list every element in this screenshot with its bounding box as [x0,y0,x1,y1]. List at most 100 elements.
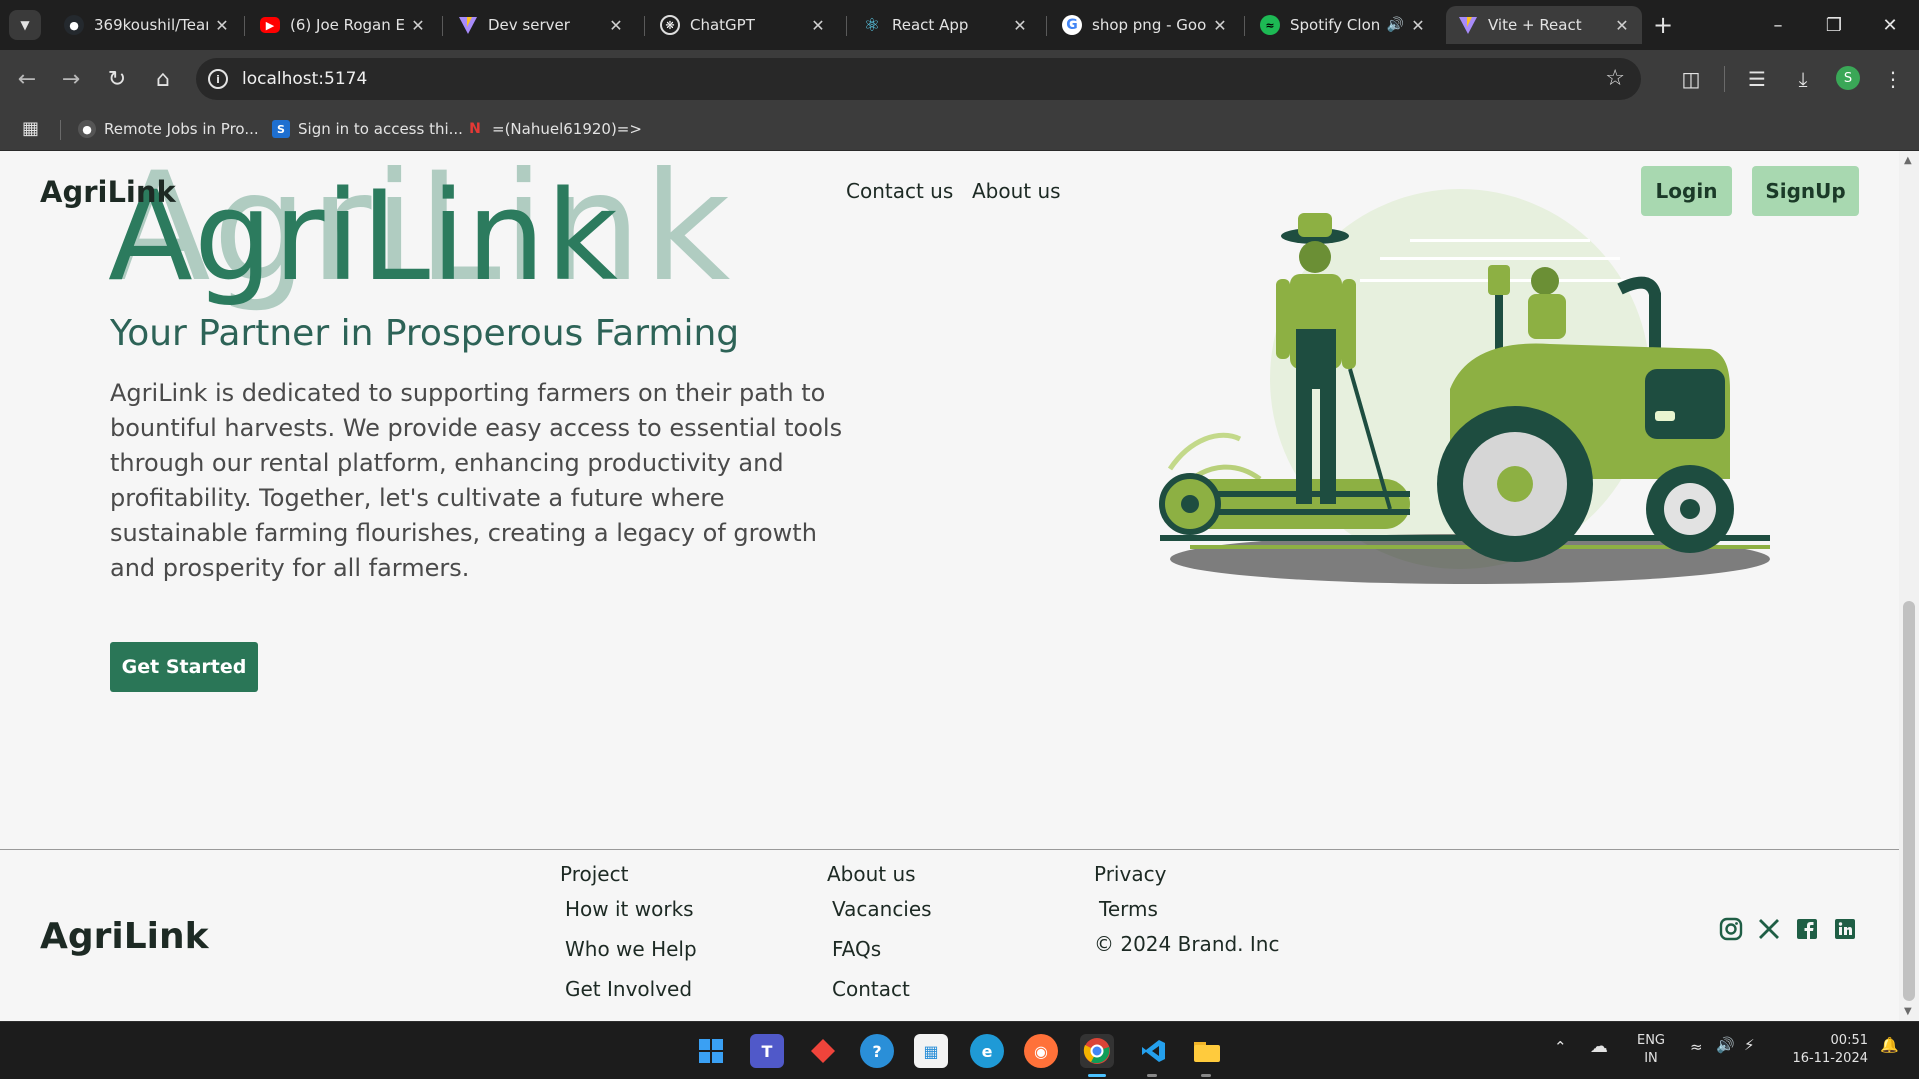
address-bar[interactable]: i localhost:5174 ☆ [196,58,1641,100]
reading-list-icon[interactable]: ☰ [1742,64,1772,94]
farmer-tractor-illustration [1159,189,1770,584]
bookmark-star-icon[interactable]: ☆ [1605,66,1625,91]
anydesk-icon[interactable] [806,1034,840,1068]
new-tab-button[interactable]: + [1648,10,1678,40]
hero-title: AgriLink [108,165,619,309]
teams-icon[interactable]: T [750,1034,784,1068]
bookmark-remote-jobs[interactable]: ● Remote Jobs in Pro... [78,116,259,142]
menu-kebab-icon[interactable]: ⋮ [1878,64,1908,94]
notification-icon[interactable]: 🔔 [1880,1036,1899,1054]
close-icon[interactable]: ✕ [1212,16,1228,35]
chrome-icon[interactable] [1080,1034,1114,1068]
restore-button[interactable]: ❐ [1806,0,1862,50]
tab-react-app[interactable]: ⚛ React App ✕ [850,6,1040,44]
bookmark-sign-in[interactable]: S Sign in to access thi... [272,116,463,142]
footer-link-terms[interactable]: Terms [1099,897,1158,921]
nav-contact-us[interactable]: Contact us [846,179,953,203]
chatgpt-icon: ❋ [660,15,680,35]
volume-icon[interactable]: 🔊 [1716,1036,1735,1054]
extensions-icon[interactable]: ◫ [1676,64,1706,94]
footer-link-get-involved[interactable]: Get Involved [565,977,692,1001]
close-icon[interactable]: ✕ [608,16,624,35]
bookmark-label: Remote Jobs in Pro... [104,120,259,138]
nav-about-us[interactable]: About us [972,179,1061,203]
edge-icon[interactable]: e [970,1034,1004,1068]
tab-google-search[interactable]: G shop png - Goo ✕ [1050,6,1240,44]
footer-link-contact[interactable]: Contact [832,977,910,1001]
tab-github[interactable]: ● 369koushil/Team ✕ [52,6,242,44]
instagram-icon[interactable] [1718,916,1744,942]
site-footer: AgriLink Project How it works Who we Hel… [0,849,1899,1021]
footer-link-who-we-help[interactable]: Who we Help [565,937,697,961]
forward-button[interactable]: → [56,64,86,94]
vite-icon [1458,15,1478,35]
audio-playing-icon[interactable]: 🔊 [1387,17,1404,33]
tab-title: 369koushil/Team [94,16,208,34]
page-scrollbar[interactable]: ▲ ▼ [1899,151,1919,1021]
tab-chatgpt[interactable]: ❋ ChatGPT ✕ [648,6,838,44]
close-icon[interactable]: ✕ [1410,16,1426,35]
close-icon[interactable]: ✕ [1614,16,1630,35]
scrollbar-thumb[interactable] [1903,601,1915,1001]
vite-icon [458,15,478,35]
tab-title: React App [892,16,969,34]
header-brand-logo[interactable]: AgriLink [40,175,176,209]
tab-title: Vite + React [1488,16,1582,34]
help-icon[interactable]: ? [860,1034,894,1068]
close-icon[interactable]: ✕ [214,16,230,35]
close-window-button[interactable]: ✕ [1862,0,1918,50]
get-started-button[interactable]: Get Started [110,642,258,692]
close-icon[interactable]: ✕ [810,16,826,35]
footer-link-how-it-works[interactable]: How it works [565,897,694,921]
site-info-icon[interactable]: i [208,69,228,89]
firefox-icon[interactable]: ◉ [1024,1034,1058,1068]
vscode-icon[interactable] [1136,1034,1170,1068]
tab-spotify-clone[interactable]: ≈ Spotify Clon 🔊 ✕ [1248,6,1438,44]
footer-heading-privacy[interactable]: Privacy [1094,862,1166,886]
footer-heading-about-us[interactable]: About us [827,862,916,886]
show-hidden-icons-icon[interactable]: ⌃ [1554,1038,1567,1056]
apps-grid-icon[interactable]: ▦ [22,118,39,139]
tab-title: Spotify Clon [1290,16,1381,34]
download-icon[interactable]: ⤓ [1788,64,1818,94]
tab-youtube[interactable]: ▶ (6) Joe Rogan Ex ✕ [248,6,438,44]
back-button[interactable]: ← [12,64,42,94]
bookmark-label: Sign in to access thi... [298,120,463,138]
minimize-button[interactable]: – [1750,0,1806,50]
facebook-icon[interactable] [1794,916,1820,942]
n-app-icon: N [469,121,481,137]
x-icon[interactable] [1756,916,1782,942]
tab-search-button[interactable]: ▼ [9,10,41,40]
onedrive-icon[interactable]: ☁ [1590,1036,1608,1057]
footer-brand-logo[interactable]: AgriLink [40,916,209,957]
close-icon[interactable]: ✕ [410,16,426,35]
system-clock[interactable]: 00:51 16-11-2024 [1784,1032,1868,1068]
linkedin-icon[interactable] [1832,916,1858,942]
battery-icon[interactable]: ⚡ [1744,1036,1755,1054]
remote-jobs-icon: ● [78,120,96,138]
bookmarks-bar: ▦ ● Remote Jobs in Pro... S Sign in to a… [0,108,1919,151]
tab-title: (6) Joe Rogan Ex [290,16,404,34]
reload-button[interactable]: ↻ [102,64,132,94]
profile-avatar[interactable]: S [1836,66,1860,90]
file-explorer-icon[interactable] [1190,1034,1224,1068]
browser-toolbar: ← → ↻ ⌂ i localhost:5174 ☆ ◫ ☰ ⤓ S ⋮ [0,50,1919,108]
tab-dev-server[interactable]: Dev server ✕ [446,6,636,44]
store-icon[interactable]: ▦ [914,1034,948,1068]
home-button[interactable]: ⌂ [148,64,178,94]
bookmark-label: =(Nahuel61920)=> [492,120,642,138]
close-icon[interactable]: ✕ [1012,16,1028,35]
footer-link-faqs[interactable]: FAQs [832,937,881,961]
windows-start-icon[interactable] [694,1034,728,1068]
google-icon: G [1062,15,1082,35]
language-indicator[interactable]: ENG IN [1634,1032,1668,1068]
scroll-down-icon[interactable]: ▼ [1904,1006,1912,1017]
footer-link-vacancies[interactable]: Vacancies [832,897,932,921]
scroll-up-icon[interactable]: ▲ [1904,155,1912,166]
wifi-icon[interactable]: ≈ [1690,1038,1703,1056]
youtube-icon: ▶ [260,17,280,33]
web-page: AgriLink AgriLink AgriLink Contact us Ab… [0,151,1899,1021]
bookmark-nahuel[interactable]: N =(Nahuel61920)=> [466,116,642,142]
footer-heading-project[interactable]: Project [560,862,628,886]
tab-vite-react[interactable]: Vite + React ✕ [1446,6,1642,44]
